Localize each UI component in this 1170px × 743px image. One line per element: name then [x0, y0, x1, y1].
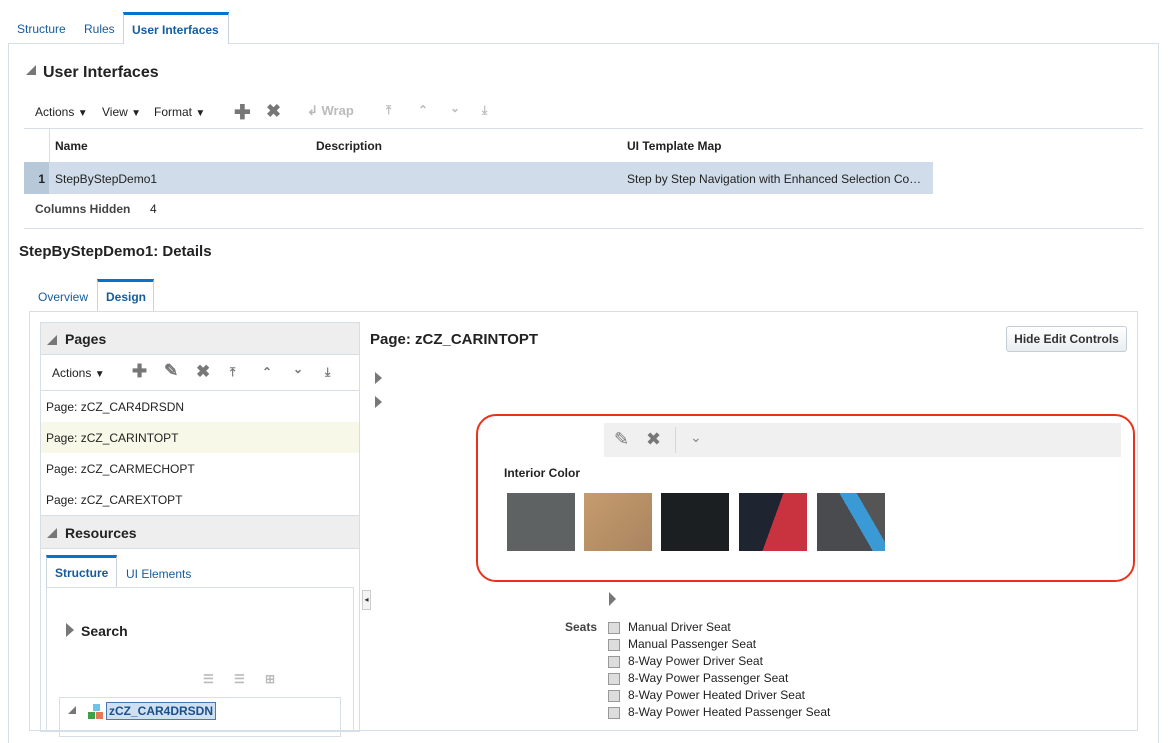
tab-user-interfaces[interactable]: User Interfaces — [123, 12, 229, 44]
view-label: View — [102, 105, 128, 119]
edit-controls-bar: ✎ ✖ ⌄ — [604, 423, 1121, 457]
edit-icon[interactable]: ✎ — [614, 429, 629, 450]
actions-label: Actions — [35, 105, 75, 119]
columns-hidden-label: Columns Hidden — [35, 202, 131, 216]
tab-rules[interactable]: Rules — [76, 12, 123, 44]
pages-actions-menu[interactable]: Actions ▼ — [52, 366, 105, 380]
seat-checkbox[interactable] — [608, 690, 620, 702]
seat-option: 8-Way Power Heated Passenger Seat — [628, 705, 831, 719]
cell-name: StepByStepDemo1 — [55, 172, 158, 186]
hierarchy-icon[interactable]: ⊞ — [265, 672, 275, 686]
seat-checkbox[interactable] — [608, 707, 620, 719]
page-title: Page: zCZ_CARINTOPT — [370, 331, 539, 348]
seats-label: Seats — [565, 620, 598, 634]
seat-option: 8-Way Power Driver Seat — [628, 654, 763, 668]
move-top-icon[interactable]: ⤒ — [230, 365, 235, 380]
details-title: StepByStepDemo1: Details — [19, 243, 212, 260]
expand-search-icon[interactable] — [66, 623, 74, 637]
move-top-icon[interactable]: ⤒ — [386, 103, 391, 118]
delete-icon[interactable]: ✖ — [196, 362, 210, 382]
actions-menu[interactable]: Actions ▼ — [35, 105, 88, 119]
edit-icon[interactable]: ✎ — [164, 361, 178, 381]
seat-checkbox[interactable] — [608, 673, 620, 685]
columns-hidden-value: 4 — [150, 202, 157, 216]
expand-icon[interactable] — [375, 372, 382, 384]
expand-icon[interactable] — [375, 396, 382, 408]
seat-option: 8-Way Power Passenger Seat — [628, 671, 789, 685]
search-label[interactable]: Search — [81, 623, 128, 639]
resources-title: Resources — [65, 525, 137, 541]
swatch-gray[interactable] — [507, 493, 575, 551]
move-bottom-icon[interactable]: ⤓ — [482, 103, 487, 118]
add-icon[interactable]: ✚ — [234, 100, 251, 125]
tree-collapse-icon[interactable] — [68, 706, 76, 714]
swatch-black-red[interactable] — [739, 493, 807, 551]
seat-checkbox[interactable] — [608, 622, 620, 634]
tab-structure[interactable]: Structure — [46, 555, 117, 587]
pages-header: Pages — [41, 323, 359, 355]
seat-checkbox[interactable] — [608, 656, 620, 668]
splitter-collapse-icon[interactable]: ◂ — [362, 590, 371, 610]
format-label: Format — [154, 105, 193, 119]
move-up-icon[interactable]: ⌃ — [418, 103, 428, 117]
collapse-icon[interactable] — [47, 335, 57, 345]
tab-ui-elements[interactable]: UI Elements — [118, 557, 199, 589]
seat-option: Manual Driver Seat — [628, 620, 731, 634]
interior-color-label: Interior Color — [504, 466, 581, 480]
format-menu[interactable]: Format ▼ — [154, 105, 205, 119]
chevron-down-icon[interactable]: ⌄ — [690, 429, 702, 446]
expand-icon[interactable] — [609, 592, 616, 606]
swatch-tan[interactable] — [584, 493, 652, 551]
move-down-icon[interactable]: ⌄ — [450, 101, 460, 115]
page-item[interactable]: Page: zCZ_CAR4DRSDN — [46, 400, 184, 414]
component-icon — [88, 704, 106, 720]
pages-title: Pages — [65, 331, 107, 347]
collapse-icon[interactable] — [47, 528, 57, 538]
seat-option: 8-Way Power Heated Driver Seat — [628, 688, 805, 702]
collapse-all-icon[interactable]: ☰ — [234, 672, 245, 686]
swatch-gray-blue[interactable] — [817, 493, 885, 551]
move-down-icon[interactable]: ⌄ — [293, 362, 303, 376]
tree-root-node[interactable]: zCZ_CAR4DRSDN — [106, 702, 217, 720]
tab-design[interactable]: Design — [97, 279, 154, 311]
wrap-button[interactable]: ↲ Wrap — [307, 103, 354, 119]
hide-edit-controls-button[interactable]: Hide Edit Controls — [1006, 326, 1127, 352]
section-title: User Interfaces — [43, 64, 159, 81]
page-item-selected[interactable]: Page: zCZ_CARINTOPT — [46, 431, 178, 445]
actions-label: Actions — [52, 366, 92, 380]
collapse-icon[interactable] — [26, 64, 36, 78]
seat-option: Manual Passenger Seat — [628, 637, 757, 651]
tab-structure[interactable]: Structure — [9, 12, 74, 44]
swatch-black[interactable] — [661, 493, 729, 551]
move-up-icon[interactable]: ⌃ — [262, 365, 272, 379]
col-name[interactable]: Name — [55, 139, 88, 153]
row-number: 1 — [24, 162, 49, 194]
col-ui-template-map[interactable]: UI Template Map — [627, 139, 721, 153]
delete-icon[interactable]: ✖ — [266, 101, 281, 122]
table-row[interactable]: 1 StepByStepDemo1 Step by Step Navigatio… — [24, 162, 933, 194]
expand-all-icon[interactable]: ☰ — [203, 672, 214, 686]
resources-header: Resources — [41, 515, 359, 549]
page-item[interactable]: Page: zCZ_CAREXTOPT — [46, 493, 183, 507]
col-description[interactable]: Description — [316, 139, 382, 153]
cell-template: Step by Step Navigation with Enhanced Se… — [627, 172, 922, 186]
move-bottom-icon[interactable]: ⤓ — [325, 365, 330, 380]
view-menu[interactable]: View ▼ — [102, 105, 141, 119]
tab-overview[interactable]: Overview — [30, 280, 96, 312]
page-item[interactable]: Page: zCZ_CARMECHOPT — [46, 462, 195, 476]
seat-checkbox[interactable] — [608, 639, 620, 651]
delete-icon[interactable]: ✖ — [646, 429, 661, 450]
add-icon[interactable]: ✚ — [132, 361, 147, 382]
wrap-label: Wrap — [321, 103, 354, 118]
